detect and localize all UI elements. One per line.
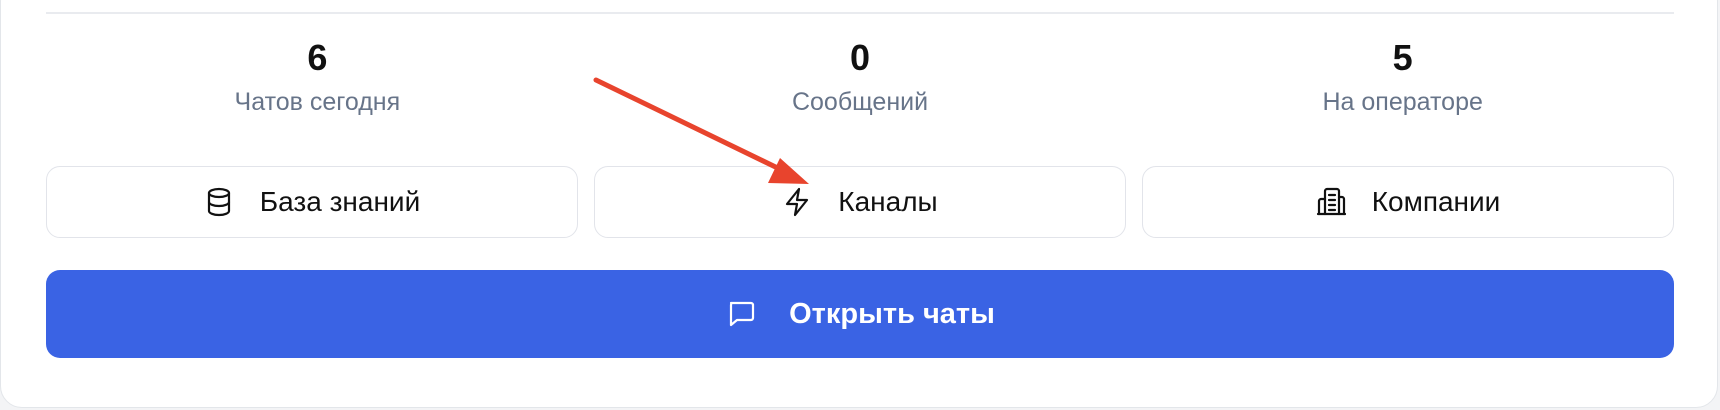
open-chats-button[interactable]: Открыть чаты (46, 270, 1674, 358)
open-chats-label: Открыть чаты (789, 297, 995, 330)
actions-row: База знаний Каналы Компании (46, 166, 1674, 238)
stat-label: Сообщений (791, 88, 929, 116)
stat-value: 0 (849, 37, 871, 78)
stat-label: На операторе (1322, 88, 1483, 116)
stat-messages: 0 Сообщений (589, 30, 1132, 130)
lightning-icon (782, 187, 812, 217)
divider (46, 12, 1674, 14)
companies-button[interactable]: Компании (1142, 166, 1674, 238)
channels-button[interactable]: Каналы (594, 166, 1126, 238)
companies-label: Компании (1371, 186, 1501, 217)
stat-value: 5 (1392, 37, 1413, 78)
stat-chats-today: 6 Чатов сегодня (46, 30, 589, 130)
stat-label: Чатов сегодня (234, 88, 401, 116)
stat-on-operator: 5 На операторе (1131, 30, 1674, 130)
building-icon (1316, 187, 1346, 217)
knowledge-base-button[interactable]: База знаний (46, 166, 578, 238)
knowledge-base-label: База знаний (259, 186, 421, 217)
chat-bubble-icon (725, 298, 757, 330)
channels-label: Каналы (838, 186, 938, 217)
database-icon (204, 187, 234, 217)
stat-value: 6 (307, 37, 328, 78)
stats-row: 6 Чатов сегодня 0 Сообщений 5 На операто… (46, 30, 1674, 130)
